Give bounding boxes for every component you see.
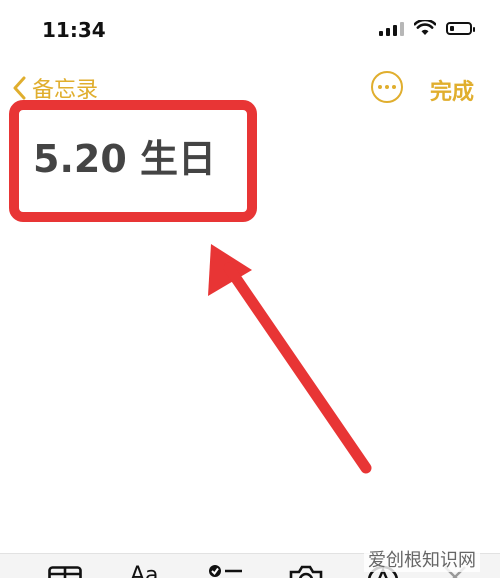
done-button[interactable]: 完成 bbox=[430, 74, 474, 106]
table-icon[interactable] bbox=[48, 566, 82, 578]
text-format-button[interactable]: Aa bbox=[130, 563, 159, 578]
highlight-box bbox=[9, 100, 257, 222]
chevron-left-icon bbox=[12, 76, 26, 100]
arrow-head-icon bbox=[208, 244, 252, 296]
wifi-icon bbox=[414, 20, 436, 36]
battery-low-icon bbox=[446, 22, 472, 35]
more-button[interactable] bbox=[371, 71, 403, 103]
checklist-icon[interactable] bbox=[208, 564, 244, 578]
watermark: 爱创根知识网 bbox=[364, 546, 480, 572]
cellular-signal-icon bbox=[379, 20, 404, 36]
status-bar: 11:34 bbox=[0, 0, 500, 60]
status-time: 11:34 bbox=[42, 18, 106, 42]
status-icons bbox=[379, 20, 472, 36]
ellipsis-circle-icon bbox=[378, 85, 382, 89]
arrow-shaft bbox=[229, 268, 366, 468]
camera-icon[interactable] bbox=[288, 564, 324, 578]
